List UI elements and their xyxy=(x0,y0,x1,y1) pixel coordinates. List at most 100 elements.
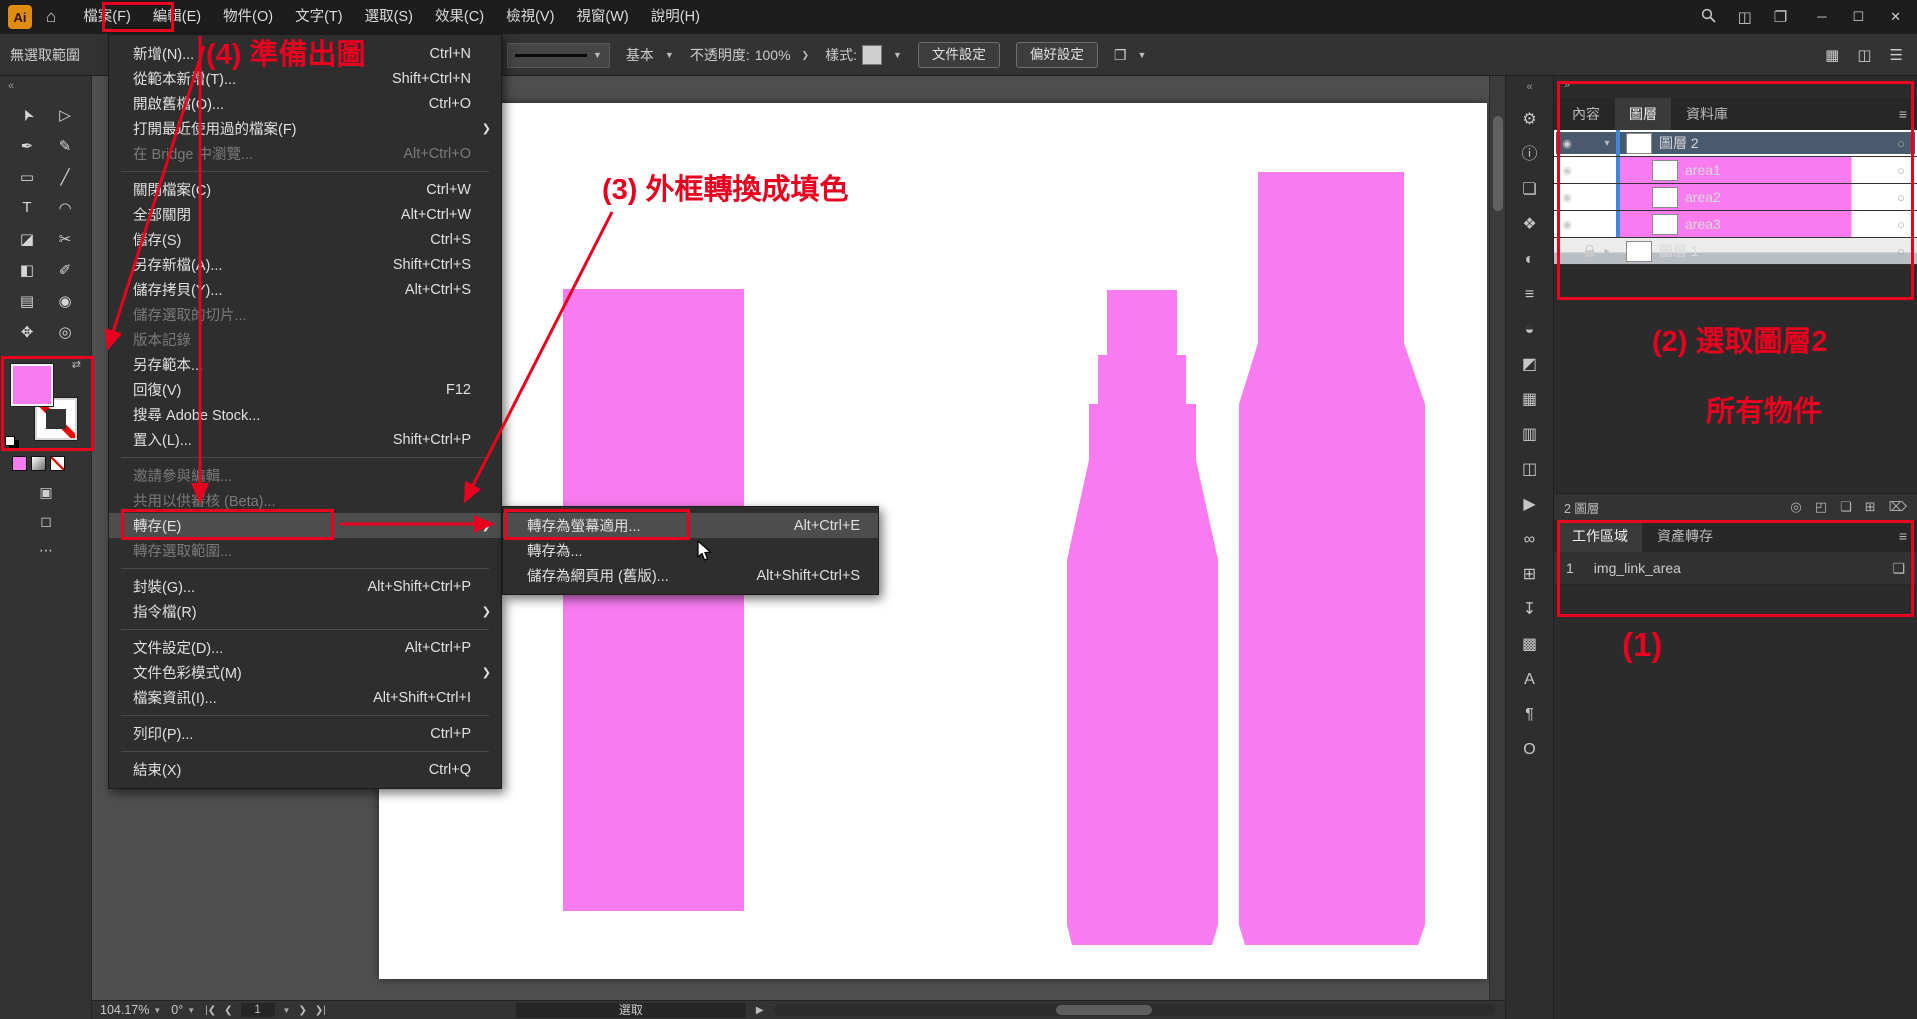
default-fill-stroke-icon[interactable] xyxy=(5,436,15,446)
brush-dropdown[interactable]: 基本▼ xyxy=(626,45,674,65)
new-sublayer-icon[interactable]: ❏ xyxy=(1840,499,1852,515)
gradient-button[interactable] xyxy=(31,456,46,471)
target-circle-icon[interactable]: ○ xyxy=(1897,244,1905,259)
expand-dock-icon[interactable]: « xyxy=(1526,81,1532,93)
layer-row[interactable]: ◉ 圖層 1 ○ xyxy=(1554,238,1917,265)
eyedropper-tool[interactable]: ◉ xyxy=(46,286,84,315)
shape-rectangle[interactable] xyxy=(563,289,744,911)
color-panel-icon[interactable]: ❖ xyxy=(1522,217,1536,233)
direct-selection-tool[interactable]: ▷ xyxy=(46,100,84,129)
stroke-profile-dropdown[interactable]: ▼ xyxy=(507,43,610,68)
chevron-down-icon[interactable]: ▼ xyxy=(283,1006,291,1015)
menu-item[interactable]: 搜尋 Adobe Stock... ❯ xyxy=(109,402,501,427)
eye-icon[interactable]: ◉ xyxy=(1554,218,1580,231)
locate-object-icon[interactable]: ◎ xyxy=(1790,499,1801,515)
status-display[interactable]: 選取 xyxy=(516,1003,746,1018)
minimize-button[interactable]: ─ xyxy=(1817,9,1826,25)
rotation-dropdown[interactable]: 0°▼ xyxy=(171,1003,195,1017)
menu-item[interactable]: 封裝(G)... Alt+Shift+Ctrl+P ❯ xyxy=(109,574,501,599)
screen-mode-icon[interactable]: ◻ xyxy=(40,513,52,530)
menu-item[interactable]: 儲存(S) Ctrl+S ❯ xyxy=(109,227,501,252)
menu-item[interactable]: 文件色彩模式(M) ❯ xyxy=(109,660,501,685)
home-icon[interactable]: ⌂ xyxy=(46,7,56,27)
menubar-menu[interactable]: 選取(S) xyxy=(354,0,424,34)
document-setup-button[interactable]: 文件設定 xyxy=(918,42,1000,68)
target-circle-icon[interactable]: ○ xyxy=(1897,217,1905,232)
artboards-panel-icon[interactable]: ❏ xyxy=(1522,182,1536,198)
paragraph-panel-icon[interactable]: ¶ xyxy=(1525,707,1534,723)
menu-item[interactable]: 指令檔(R) ❯ xyxy=(109,599,501,624)
opentype-panel-icon[interactable]: O xyxy=(1523,742,1535,758)
first-artboard-button[interactable]: |❮ xyxy=(205,1005,216,1016)
none-button[interactable] xyxy=(50,456,65,471)
layer-name[interactable]: 圖層 1 xyxy=(1659,241,1699,261)
actions-panel-icon[interactable]: ▶ xyxy=(1523,497,1535,513)
menu-item[interactable]: 文件設定(D)... Alt+Ctrl+P ❯ xyxy=(109,635,501,660)
panel-tab[interactable]: 圖層 xyxy=(1615,98,1671,130)
menu-item[interactable]: 關閉檔案(C) Ctrl+W ❯ xyxy=(109,177,501,202)
type-tool[interactable]: T xyxy=(8,193,46,222)
status-menu-arrow-icon[interactable]: ▶ xyxy=(756,1005,764,1016)
menu-item[interactable]: 轉存選取範圍... ❯ xyxy=(109,538,501,563)
shape-builder-tool[interactable]: ◧ xyxy=(8,255,46,284)
lock-icon[interactable] xyxy=(1580,246,1598,257)
gradient-panel-icon[interactable]: ◐ xyxy=(1525,252,1535,268)
pencil-tool[interactable]: ✎ xyxy=(46,131,84,160)
layer-thumbnail[interactable] xyxy=(1652,214,1678,235)
menu-item[interactable]: 邀請參與編輯... ❯ xyxy=(109,463,501,488)
fill-color-swatch[interactable] xyxy=(11,364,53,406)
transparency-panel-icon[interactable]: ◒ xyxy=(1525,322,1535,338)
eraser-tool[interactable]: ◪ xyxy=(8,224,46,253)
pattern-panel-icon[interactable]: ▦ xyxy=(1522,392,1537,408)
artboard-grid-panel-icon[interactable]: ⊞ xyxy=(1523,567,1536,583)
menu-item[interactable]: 儲存拷貝(Y)... Alt+Ctrl+S ❯ xyxy=(109,277,501,302)
grid-view-icon[interactable]: ▦ xyxy=(1825,46,1839,64)
menu-item[interactable]: 儲存為網頁用 (舊版)... Alt+Shift+Ctrl+S xyxy=(503,563,878,588)
target-circle-icon[interactable]: ○ xyxy=(1897,136,1905,151)
layer-thumbnail[interactable] xyxy=(1626,241,1652,262)
properties-panel-icon[interactable]: ⚙ xyxy=(1522,112,1536,128)
menubar-menu[interactable]: 文字(T) xyxy=(284,0,354,34)
knife-tool[interactable]: ╱ xyxy=(46,162,84,191)
panel-menu-icon[interactable]: ≡ xyxy=(1899,520,1917,552)
vertical-scrollbar-thumb[interactable] xyxy=(1493,116,1503,211)
menubar-menu[interactable]: 物件(O) xyxy=(212,0,284,34)
artboard-name[interactable]: img_link_area xyxy=(1594,560,1681,576)
next-artboard-button[interactable]: ❯ xyxy=(298,1005,306,1016)
panel-tab[interactable]: 工作區域 xyxy=(1558,520,1642,552)
search-icon[interactable] xyxy=(1701,8,1716,27)
eye-icon[interactable]: ◉ xyxy=(1554,137,1580,150)
arrange-documents-icon[interactable]: ❐ xyxy=(1774,8,1787,26)
menu-item[interactable]: 打開最近使用過的檔案(F) ❯ xyxy=(109,116,501,141)
menu-item[interactable]: 儲存選取的切片... ❯ xyxy=(109,302,501,327)
menu-item[interactable]: 檔案資訊(I)... Alt+Shift+Ctrl+I ❯ xyxy=(109,685,501,710)
delete-layer-icon[interactable]: ⌦ xyxy=(1889,499,1907,515)
menu-item[interactable]: 回復(V) F12 ❯ xyxy=(109,377,501,402)
menubar-menu[interactable]: 視窗(W) xyxy=(565,0,639,34)
shape-bottle-small[interactable] xyxy=(1067,290,1218,945)
artboard-page-icon[interactable]: ❏ xyxy=(1892,560,1905,577)
eye-icon[interactable]: ◉ xyxy=(1554,191,1580,204)
layer-name[interactable]: area2 xyxy=(1685,189,1721,205)
collapse-dock-icon[interactable]: » xyxy=(1554,76,1917,98)
gradient-tool[interactable]: ▤ xyxy=(8,286,46,315)
layer-thumbnail[interactable] xyxy=(1652,187,1678,208)
paintbrush-tool[interactable]: ✐ xyxy=(46,255,84,284)
menubar-menu[interactable]: 檢視(V) xyxy=(495,0,565,34)
stroke-panel-icon[interactable]: ≡ xyxy=(1525,287,1534,303)
target-circle-icon[interactable]: ○ xyxy=(1897,190,1905,205)
layer-row[interactable]: ◉ 圖層 2 ○ xyxy=(1554,130,1917,157)
draw-normal-mode-icon[interactable]: ▣ xyxy=(39,484,52,501)
layer-name[interactable]: area3 xyxy=(1685,216,1721,232)
panel-tab[interactable]: 資產轉存 xyxy=(1643,520,1727,552)
horizontal-scrollbar[interactable] xyxy=(774,1004,1495,1016)
style-swatch[interactable] xyxy=(862,45,882,65)
disclosure-icon[interactable] xyxy=(1598,246,1616,257)
vertical-scrollbar[interactable] xyxy=(1489,76,1505,1000)
asset-export-panel-icon[interactable]: ↧ xyxy=(1523,602,1536,618)
collapse-toolbar-icon[interactable]: « xyxy=(8,80,14,92)
menu-item[interactable]: 列印(P)... Ctrl+P ❯ xyxy=(109,721,501,746)
menu-item[interactable]: 結束(X) Ctrl+Q ❯ xyxy=(109,757,501,782)
shape-bottle-large[interactable] xyxy=(1239,172,1425,945)
workspace-switcher-icon[interactable]: ◫ xyxy=(1738,8,1752,26)
